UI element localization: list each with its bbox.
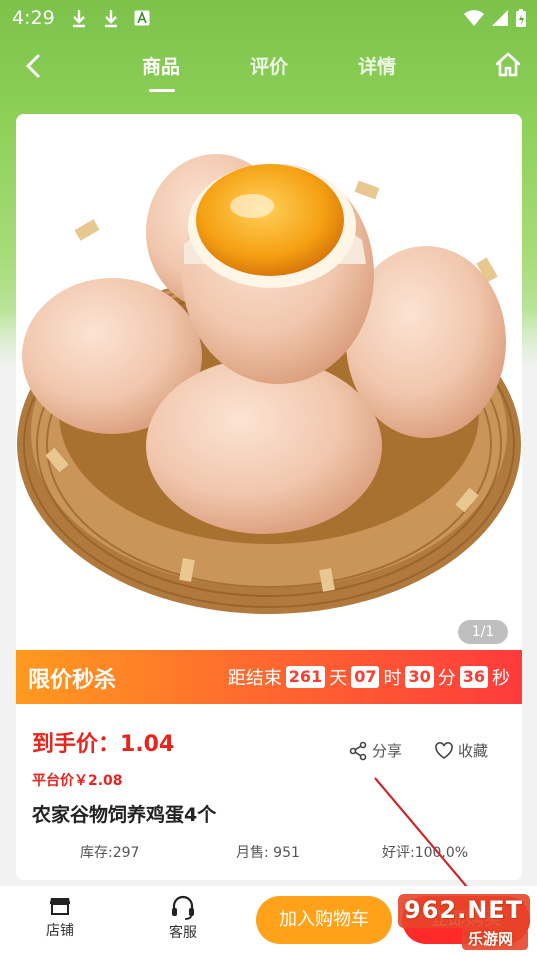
annotation-arrow bbox=[374, 777, 479, 901]
add-to-cart-button[interactable]: 加入购物车 bbox=[256, 896, 392, 944]
headset-icon bbox=[172, 895, 194, 920]
store-button[interactable]: 店铺 bbox=[30, 894, 90, 940]
store-label: 店铺 bbox=[46, 923, 74, 939]
watermark-domain: 962.NET bbox=[404, 896, 524, 924]
customer-service-button[interactable]: 客服 bbox=[153, 894, 213, 942]
customer-service-label: 客服 bbox=[169, 925, 197, 941]
watermark-site-name: 乐游网 bbox=[468, 930, 514, 948]
site-watermark: 962.NET 乐游网 bbox=[396, 890, 532, 952]
store-icon bbox=[50, 898, 70, 915]
